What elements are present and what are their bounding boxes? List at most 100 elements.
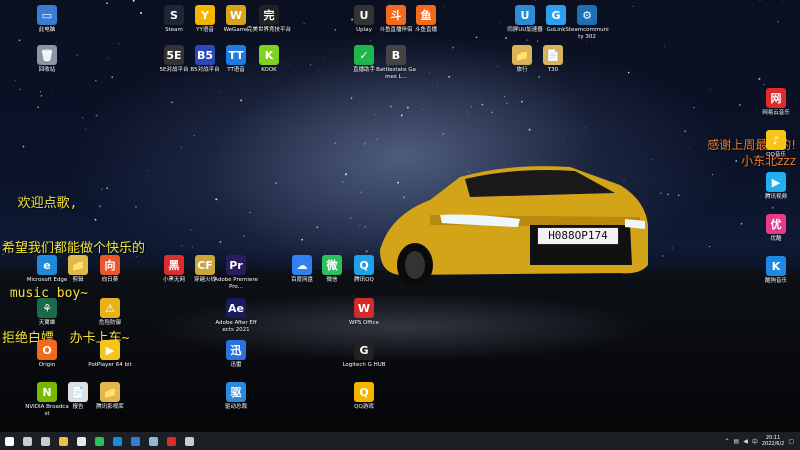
desktop-icon[interactable]: ▶ 腾讯视频 — [754, 172, 798, 201]
desktop-icon[interactable]: 向向日葵 — [88, 255, 132, 284]
icon-label: 酷狗音乐 — [764, 278, 787, 284]
desktop-icon[interactable]: ▭ 此电脑 — [25, 5, 69, 34]
icon-label: 驱动总裁 — [224, 404, 247, 410]
app-icon: 优 — [766, 214, 786, 234]
ime-icon[interactable]: 中 — [752, 437, 758, 446]
icon-label: WPS Office — [348, 320, 380, 326]
icon-label: Logitech G HUB — [342, 362, 386, 368]
icon-label: 网易云音乐 — [762, 110, 790, 116]
app-icon: 完 — [259, 5, 279, 25]
app-icon: 迅 — [226, 340, 246, 360]
app-icon: 📁 — [68, 255, 88, 275]
app-icon: ⚠ — [100, 298, 120, 318]
store-icon — [76, 436, 86, 446]
icon-label: 此电脑 — [38, 27, 56, 33]
icon-label: Adobe Premiere Pro... — [214, 277, 258, 290]
edge-icon — [112, 436, 122, 446]
desktop-icon[interactable]: 驱驱动总裁 — [214, 382, 258, 411]
desktop-icon[interactable]: ⚘ 天翼雄 — [25, 298, 69, 327]
icon-label: T30 — [547, 67, 559, 73]
app-icon: ▶ — [766, 172, 786, 192]
app-icon: U — [354, 5, 374, 25]
desktop-icon[interactable]: 优优酷 — [754, 214, 798, 243]
desktop-icon[interactable]: 完完美世界竞技平台 — [247, 5, 291, 34]
icon-label: 腾讯视频 — [764, 194, 787, 200]
desktop-icon[interactable]: 🗑 回收站 — [25, 45, 69, 74]
chevron-up-icon[interactable]: ⌃ — [725, 438, 730, 445]
desktop-icon[interactable]: ⚠ 危险防御 — [88, 298, 132, 327]
app-icon: O — [37, 340, 57, 360]
obs-icon — [184, 436, 194, 446]
desktop-icon[interactable]: 鱼斗鱼直播 — [404, 5, 448, 34]
app-icon: ▭ — [37, 5, 57, 25]
explorer-taskbar-button[interactable] — [54, 432, 72, 450]
wechat-icon — [94, 436, 104, 446]
app-icon: K — [259, 45, 279, 65]
app-icon: Pr — [226, 255, 246, 275]
desktop-icon[interactable]: K KOOK — [247, 45, 291, 74]
desktop-icon[interactable]: Q 腾讯QQ — [342, 255, 386, 284]
desktop-icon[interactable]: Q QQ游戏 — [342, 382, 386, 411]
store-taskbar-button[interactable] — [72, 432, 90, 450]
app-icon: B5 — [195, 45, 215, 65]
desktop-icon[interactable]: 网网易云音乐 — [754, 88, 798, 117]
app-icon: S — [164, 5, 184, 25]
icon-label: 斗鱼直播 — [414, 27, 437, 33]
icon-label: 迅雷 — [230, 362, 242, 368]
app-icon: TT — [226, 45, 246, 65]
start-taskbar-button[interactable] — [0, 432, 18, 450]
app-icon: N — [37, 382, 57, 402]
photos-taskbar-button[interactable] — [126, 432, 144, 450]
desktop-icon[interactable]: 📄 T30 — [531, 45, 575, 74]
app-icon: G — [546, 5, 566, 25]
app-icon: B — [386, 45, 406, 65]
app-icon: Y — [195, 5, 215, 25]
search-taskbar-button[interactable] — [18, 432, 36, 450]
app-icon: 📁 — [512, 45, 532, 65]
app-icon: K — [766, 256, 786, 276]
taskbar: ⌃ ▤ ◀ 中 20:11 2022/6/2 ▢ — [0, 432, 800, 450]
desktop-icon[interactable]: B Battlestate Games L... — [374, 45, 418, 80]
desktop-icon[interactable]: ♪ QQ音乐 — [754, 130, 798, 159]
start-icon — [4, 436, 14, 446]
clock[interactable]: 20:11 2022/6/2 — [762, 435, 784, 447]
app-icon: e — [37, 255, 57, 275]
desktop: H088OP174 欢迎点歌, 希望我们都能做个快乐的 music boy~ 拒… — [0, 0, 800, 450]
app-icon: 斗 — [386, 5, 406, 25]
desktop-icon[interactable]: G Logitech G HUB — [342, 340, 386, 369]
app-icon: U — [515, 5, 535, 25]
network-icon[interactable]: ▤ — [734, 438, 740, 445]
desktop-icon[interactable]: 迅迅雷 — [214, 340, 258, 369]
icon-label: 优酷 — [770, 236, 782, 242]
app-icon: W — [354, 298, 374, 318]
desktop-icon[interactable]: K 酷狗音乐 — [754, 256, 798, 285]
app-icon: ⚘ — [37, 298, 57, 318]
wechat-taskbar-button[interactable] — [90, 432, 108, 450]
icon-label: 腾讯QQ — [354, 277, 374, 283]
netease-icon — [166, 436, 176, 446]
license-plate: H088OP174 — [537, 227, 619, 245]
app-icon: ☁ — [292, 255, 312, 275]
volume-icon[interactable]: ◀ — [743, 438, 748, 445]
search-icon — [22, 436, 32, 446]
netease-taskbar-button[interactable] — [162, 432, 180, 450]
taskview-icon — [40, 436, 50, 446]
icon-label: QQ游戏 — [354, 404, 374, 410]
desktop-icon[interactable]: ▶ PotPlayer 64 bit — [88, 340, 132, 369]
desktop-icon[interactable]: Ae Adobe After Effects 2021 — [214, 298, 258, 333]
desktop-icon[interactable]: Pr Adobe Premiere Pro... — [214, 255, 258, 290]
desktop-icon[interactable]: O Origin — [25, 340, 69, 369]
icon-label: 腾讯影视库 — [96, 404, 124, 410]
app-icon: ✓ — [354, 45, 374, 65]
steam-taskbar-button[interactable] — [144, 432, 162, 450]
desktop-icon[interactable]: ⚙ Steamcommunity 302 — [565, 5, 609, 40]
clock-date: 2022/6/2 — [761, 441, 785, 447]
obs-taskbar-button[interactable] — [180, 432, 198, 450]
icon-label: Origin — [38, 362, 56, 368]
edge-taskbar-button[interactable] — [108, 432, 126, 450]
desktop-icon[interactable]: 📁 腾讯影视库 — [88, 382, 132, 411]
icon-label: Adobe After Effects 2021 — [215, 320, 257, 333]
notification-icon[interactable]: ▢ — [788, 438, 794, 445]
desktop-icon[interactable]: W WPS Office — [342, 298, 386, 327]
taskview-taskbar-button[interactable] — [36, 432, 54, 450]
